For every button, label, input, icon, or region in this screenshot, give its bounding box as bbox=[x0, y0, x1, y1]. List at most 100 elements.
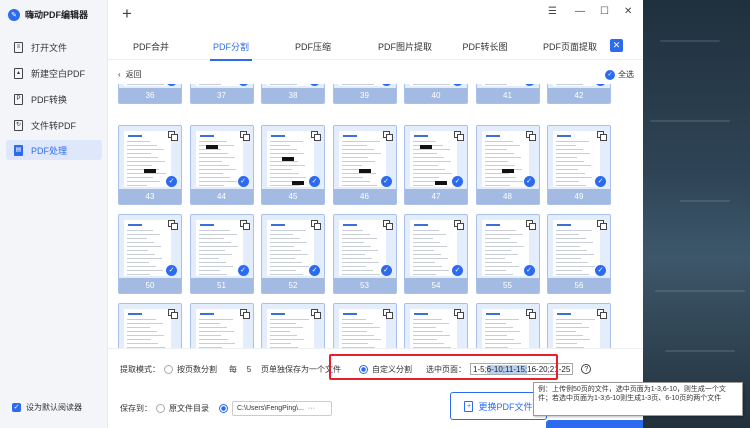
close-button[interactable]: ✕ bbox=[624, 7, 632, 17]
page-thumbnail[interactable]: ✓ 49 bbox=[547, 125, 611, 205]
copy-icon[interactable] bbox=[382, 131, 393, 141]
sidebar-item-open-file[interactable]: ≡ 打开文件 bbox=[6, 37, 102, 57]
menu-icon[interactable]: ☰ bbox=[548, 7, 557, 17]
selected-check-icon[interactable]: ✓ bbox=[452, 265, 463, 276]
copy-icon[interactable] bbox=[525, 220, 536, 230]
page-thumbnail[interactable]: ✓38 bbox=[261, 84, 325, 104]
back-button[interactable]: ‹ 返回 bbox=[118, 69, 142, 80]
selected-check-icon[interactable]: ✓ bbox=[523, 176, 535, 187]
page-thumbnail[interactable]: ✓ 56 bbox=[547, 214, 611, 294]
start-button[interactable] bbox=[546, 420, 643, 428]
page-number: 49 bbox=[548, 189, 610, 204]
default-reader-checkbox[interactable]: ✓ 设为默认阅读器 bbox=[12, 402, 82, 413]
page-preview bbox=[481, 309, 529, 348]
tab-pdf-to-long-image[interactable]: PDF转长图 bbox=[448, 32, 522, 60]
tab-pdf-image-extract[interactable]: PDF图片提取 bbox=[363, 32, 447, 60]
sidebar-item-file-to-pdf[interactable]: ↻ 文件转PDF bbox=[6, 115, 102, 135]
copy-icon[interactable] bbox=[382, 309, 393, 319]
copy-icon[interactable] bbox=[525, 131, 536, 141]
tab-pdf-page-extract[interactable]: PDF页面提取 bbox=[528, 32, 612, 60]
copy-icon[interactable] bbox=[597, 131, 607, 141]
minimize-button[interactable]: — bbox=[575, 7, 585, 17]
save-path-field[interactable]: C:\Users\FengPing\... ··· bbox=[232, 401, 332, 416]
browse-button[interactable]: ··· bbox=[308, 405, 315, 412]
pages-per-file-input[interactable]: 5 bbox=[241, 365, 257, 374]
copy-icon[interactable] bbox=[239, 220, 250, 230]
copy-icon[interactable] bbox=[311, 309, 321, 319]
page-thumbnail[interactable]: ✓ 47 bbox=[404, 125, 468, 205]
help-icon[interactable]: ? bbox=[581, 364, 592, 374]
page-thumbnail[interactable]: ✓ bbox=[547, 303, 611, 348]
copy-icon[interactable] bbox=[454, 220, 464, 230]
page-thumbnail[interactable]: ✓41 bbox=[475, 84, 540, 104]
copy-icon[interactable] bbox=[597, 220, 607, 230]
selected-check-icon[interactable]: ✓ bbox=[380, 265, 392, 276]
sidebar-item-pdf-convert[interactable]: P PDF转换 bbox=[6, 89, 102, 109]
page-thumbnail[interactable]: ✓ 46 bbox=[332, 125, 397, 205]
page-thumbnail[interactable]: ✓ 52 bbox=[261, 214, 325, 294]
copy-icon[interactable] bbox=[454, 131, 464, 141]
page-thumbnail[interactable]: ✓ 50 bbox=[118, 214, 182, 294]
selected-check-icon[interactable]: ✓ bbox=[166, 265, 177, 276]
page-thumbnail[interactable]: ✓ bbox=[189, 303, 254, 348]
page-thumbnail[interactable]: ✓42 bbox=[547, 84, 611, 104]
page-thumbnail[interactable]: ✓ 55 bbox=[475, 214, 540, 294]
page-thumbnail[interactable]: ✓36 bbox=[118, 84, 182, 104]
selected-check-icon[interactable]: ✓ bbox=[595, 265, 606, 276]
page-thumbnail[interactable]: ✓ 54 bbox=[404, 214, 468, 294]
every-label: 每 bbox=[229, 364, 237, 374]
tab-pdf-split[interactable]: PDF分割 bbox=[198, 32, 264, 61]
copy-icon[interactable] bbox=[311, 131, 321, 141]
page-thumbnail[interactable]: ✓ 48 bbox=[475, 125, 540, 205]
radio-by-pages[interactable] bbox=[164, 364, 173, 374]
page-thumbnail[interactable]: ✓ bbox=[332, 303, 397, 348]
page-thumbnail[interactable]: ✓40 bbox=[404, 84, 468, 104]
pdf-icon: P bbox=[14, 93, 23, 105]
copy-icon[interactable] bbox=[311, 220, 321, 230]
new-tab-button[interactable]: + bbox=[122, 5, 132, 22]
save-label: 保存到： bbox=[120, 404, 152, 413]
radio-source-dir[interactable] bbox=[156, 404, 165, 413]
selected-check-icon[interactable]: ✓ bbox=[166, 176, 177, 187]
page-preview bbox=[124, 309, 171, 348]
tab-pdf-compress[interactable]: PDF压缩 bbox=[280, 32, 346, 60]
copy-icon[interactable] bbox=[168, 309, 178, 319]
selected-check-icon[interactable]: ✓ bbox=[452, 176, 463, 187]
copy-icon[interactable] bbox=[597, 309, 607, 319]
close-panel-icon[interactable]: ✕ bbox=[610, 39, 623, 52]
page-number: 43 bbox=[119, 189, 181, 204]
select-all-checkbox[interactable]: ✓ 全选 bbox=[605, 69, 634, 80]
copy-icon[interactable] bbox=[239, 131, 250, 141]
copy-icon[interactable] bbox=[168, 220, 178, 230]
copy-icon[interactable] bbox=[168, 131, 178, 141]
page-number: 37 bbox=[190, 88, 253, 103]
page-thumbnail[interactable]: ✓ 45 bbox=[261, 125, 325, 205]
selected-check-icon[interactable]: ✓ bbox=[237, 265, 249, 276]
copy-icon[interactable] bbox=[454, 309, 464, 319]
page-thumbnail[interactable]: ✓ bbox=[118, 303, 182, 348]
selected-check-icon[interactable]: ✓ bbox=[523, 265, 535, 276]
page-thumbnail[interactable]: ✓ 43 bbox=[118, 125, 182, 205]
selected-check-icon[interactable]: ✓ bbox=[595, 176, 606, 187]
selected-check-icon[interactable]: ✓ bbox=[237, 176, 249, 187]
page-thumbnail[interactable]: ✓ bbox=[475, 303, 540, 348]
selected-check-icon[interactable]: ✓ bbox=[309, 176, 320, 187]
selected-check-icon[interactable]: ✓ bbox=[309, 265, 320, 276]
page-thumbnail[interactable]: ✓ bbox=[261, 303, 325, 348]
selected-check-icon[interactable]: ✓ bbox=[380, 176, 392, 187]
copy-icon[interactable] bbox=[382, 220, 393, 230]
page-thumbnail[interactable]: ✓39 bbox=[332, 84, 397, 104]
maximize-button[interactable]: ☐ bbox=[600, 7, 609, 17]
checkbox-checked-icon: ✓ bbox=[12, 403, 21, 412]
page-thumbnail[interactable]: ✓ 51 bbox=[189, 214, 254, 294]
tab-pdf-merge[interactable]: PDF合并 bbox=[118, 32, 184, 60]
sidebar-item-new-blank-pdf[interactable]: ▴ 新建空白PDF bbox=[6, 63, 102, 83]
page-thumbnail[interactable]: ✓ 44 bbox=[189, 125, 254, 205]
page-thumbnail[interactable]: ✓ bbox=[404, 303, 468, 348]
page-thumbnail[interactable]: ✓ 53 bbox=[332, 214, 397, 294]
page-thumbnail[interactable]: ✓37 bbox=[189, 84, 254, 104]
copy-icon[interactable] bbox=[239, 309, 250, 319]
copy-icon[interactable] bbox=[525, 309, 536, 319]
sidebar-item-pdf-process[interactable]: ▤ PDF处理 bbox=[6, 140, 102, 160]
radio-custom-dir[interactable] bbox=[219, 404, 228, 413]
